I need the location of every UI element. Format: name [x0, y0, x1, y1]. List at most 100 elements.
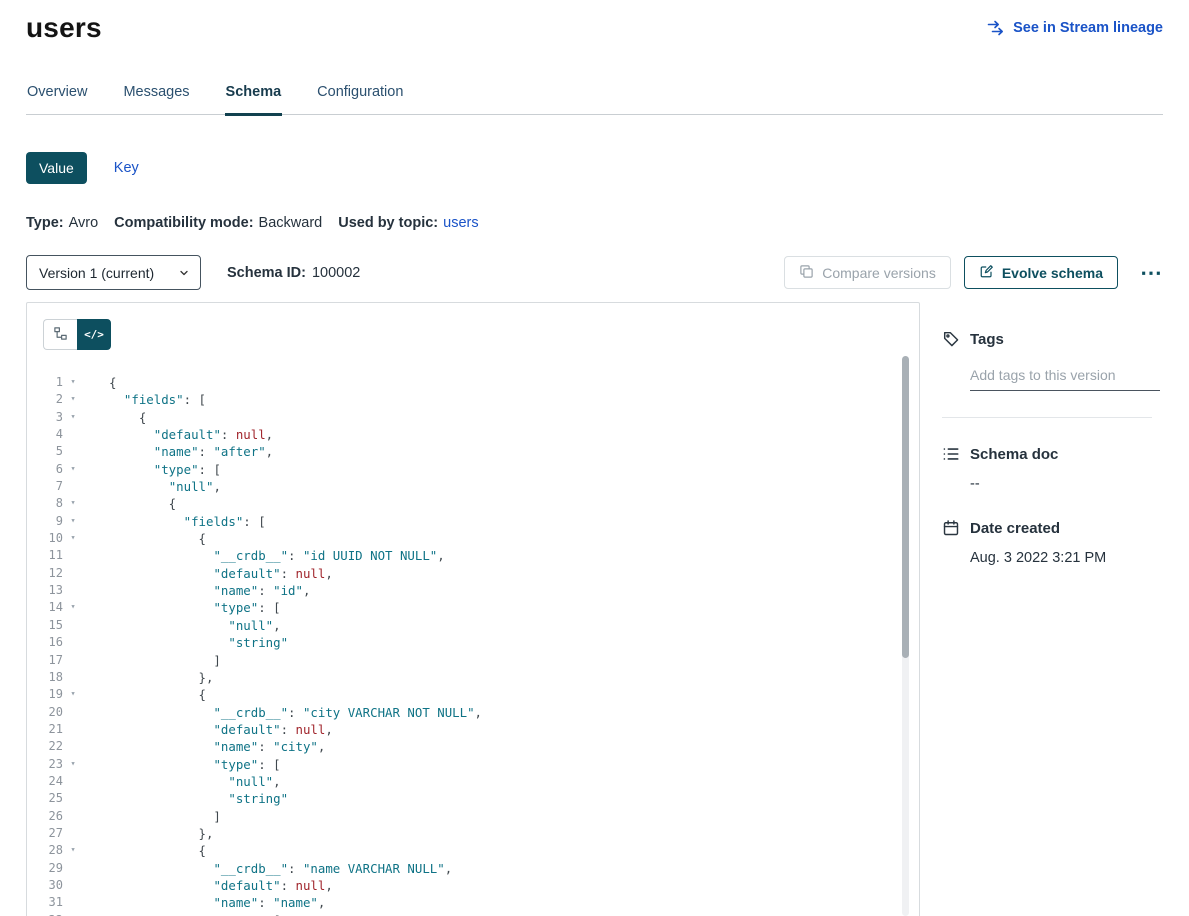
meta-type: Type: Avro — [26, 215, 98, 231]
line-number: 25 — [41, 790, 63, 807]
code-line: 10▾ { — [41, 530, 919, 547]
code-line: 27 }, — [41, 825, 919, 842]
code-text: }, — [109, 825, 213, 842]
more-options-button[interactable]: ⋯ — [1140, 268, 1163, 278]
code-line: 7 "null", — [41, 478, 919, 495]
code-text: "type": [ — [109, 599, 281, 616]
code-line: 24 "null", — [41, 773, 919, 790]
code-editor[interactable]: 1▾{2▾ "fields": [3▾ {4 "default": null,5… — [27, 360, 919, 916]
code-line: 30 "default": null, — [41, 877, 919, 894]
edit-icon — [979, 264, 994, 282]
meta-compatibility: Compatibility mode: Backward — [114, 215, 322, 231]
fold-spacer — [63, 894, 83, 911]
fold-spacer — [63, 443, 83, 460]
fold-arrow-icon[interactable]: ▾ — [63, 912, 83, 916]
code-line: 25 "string" — [41, 790, 919, 807]
fold-spacer — [63, 652, 83, 669]
list-icon — [942, 445, 960, 463]
value-toggle-button[interactable]: Value — [26, 152, 87, 184]
tab-bar: Overview Messages Schema Configuration — [26, 84, 1163, 115]
fold-arrow-icon[interactable]: ▾ — [63, 391, 83, 408]
fold-arrow-icon[interactable]: ▾ — [63, 530, 83, 547]
fold-arrow-icon[interactable]: ▾ — [63, 409, 83, 426]
fold-arrow-icon[interactable]: ▾ — [63, 513, 83, 530]
fold-spacer — [63, 790, 83, 807]
fold-arrow-icon[interactable]: ▾ — [63, 461, 83, 478]
scrollbar[interactable] — [902, 356, 909, 916]
editor-view-toggle: </> — [43, 319, 919, 350]
code-line: 22 "name": "city", — [41, 738, 919, 755]
key-toggle-button[interactable]: Key — [114, 160, 139, 176]
fold-arrow-icon[interactable]: ▾ — [63, 686, 83, 703]
line-number: 16 — [41, 634, 63, 651]
scrollbar-thumb[interactable] — [902, 356, 909, 658]
fold-spacer — [63, 582, 83, 599]
code-text: "type": [ — [109, 756, 281, 773]
line-number: 22 — [41, 738, 63, 755]
code-line: 28▾ { — [41, 842, 919, 859]
compare-icon — [799, 264, 814, 282]
code-line: 32▾ "type": [ — [41, 912, 919, 916]
compare-versions-button[interactable]: Compare versions — [784, 256, 951, 289]
type-value: Avro — [69, 215, 99, 231]
fold-spacer — [63, 825, 83, 842]
code-line: 26 ] — [41, 808, 919, 825]
code-line: 20 "__crdb__": "city VARCHAR NOT NULL", — [41, 704, 919, 721]
code-line: 8▾ { — [41, 495, 919, 512]
code-text: ] — [109, 652, 221, 669]
meta-topic: Used by topic: users — [338, 215, 478, 231]
code-text: "fields": [ — [109, 391, 206, 408]
tab-messages[interactable]: Messages — [122, 84, 190, 116]
line-number: 27 — [41, 825, 63, 842]
line-number: 5 — [41, 443, 63, 460]
line-number: 9 — [41, 513, 63, 530]
fold-arrow-icon[interactable]: ▾ — [63, 495, 83, 512]
fold-arrow-icon[interactable]: ▾ — [63, 756, 83, 773]
code-line: 19▾ { — [41, 686, 919, 703]
fold-spacer — [63, 617, 83, 634]
see-in-stream-lineage-link[interactable]: See in Stream lineage — [987, 20, 1163, 36]
code-text: }, — [109, 669, 213, 686]
tab-configuration[interactable]: Configuration — [316, 84, 404, 116]
line-number: 30 — [41, 877, 63, 894]
fold-arrow-icon[interactable]: ▾ — [63, 374, 83, 391]
tree-view-icon — [53, 326, 68, 344]
line-number: 19 — [41, 686, 63, 703]
schema-doc-section: Schema doc -- — [942, 445, 1160, 492]
fold-arrow-icon[interactable]: ▾ — [63, 842, 83, 859]
code-text: "fields": [ — [109, 513, 266, 530]
code-text: { — [109, 495, 176, 512]
fold-spacer — [63, 877, 83, 894]
version-actions: Compare versions Evolve schema ⋯ — [784, 256, 1163, 289]
tab-schema[interactable]: Schema — [225, 84, 283, 116]
topic-link[interactable]: users — [443, 215, 478, 231]
see-in-stream-lineage-label: See in Stream lineage — [1013, 20, 1163, 36]
tags-title: Tags — [970, 331, 1004, 348]
stream-lineage-icon — [987, 20, 1005, 36]
fold-arrow-icon[interactable]: ▾ — [63, 599, 83, 616]
code-text: "null", — [109, 617, 281, 634]
code-text: "default": null, — [109, 721, 333, 738]
tree-view-button[interactable] — [43, 319, 77, 350]
code-text: "string" — [109, 790, 288, 807]
code-line: 31 "name": "name", — [41, 894, 919, 911]
fold-spacer — [63, 860, 83, 877]
line-number: 13 — [41, 582, 63, 599]
code-view-button[interactable]: </> — [77, 319, 111, 350]
add-tags-input[interactable] — [970, 364, 1160, 391]
line-number: 6 — [41, 461, 63, 478]
code-line: 18 }, — [41, 669, 919, 686]
code-text: { — [109, 409, 146, 426]
line-number: 32 — [41, 912, 63, 916]
line-number: 12 — [41, 565, 63, 582]
code-line: 29 "__crdb__": "name VARCHAR NULL", — [41, 860, 919, 877]
tab-overview[interactable]: Overview — [26, 84, 88, 116]
code-text: "name": "after", — [109, 443, 273, 460]
evolve-schema-button[interactable]: Evolve schema — [964, 256, 1118, 289]
code-line: 6▾ "type": [ — [41, 461, 919, 478]
compatibility-value: Backward — [259, 215, 323, 231]
code-text: { — [109, 530, 206, 547]
version-select[interactable]: Version 1 (current) — [26, 255, 201, 290]
version-bar: Version 1 (current) Schema ID: 100002 Co… — [26, 255, 1163, 290]
line-number: 23 — [41, 756, 63, 773]
